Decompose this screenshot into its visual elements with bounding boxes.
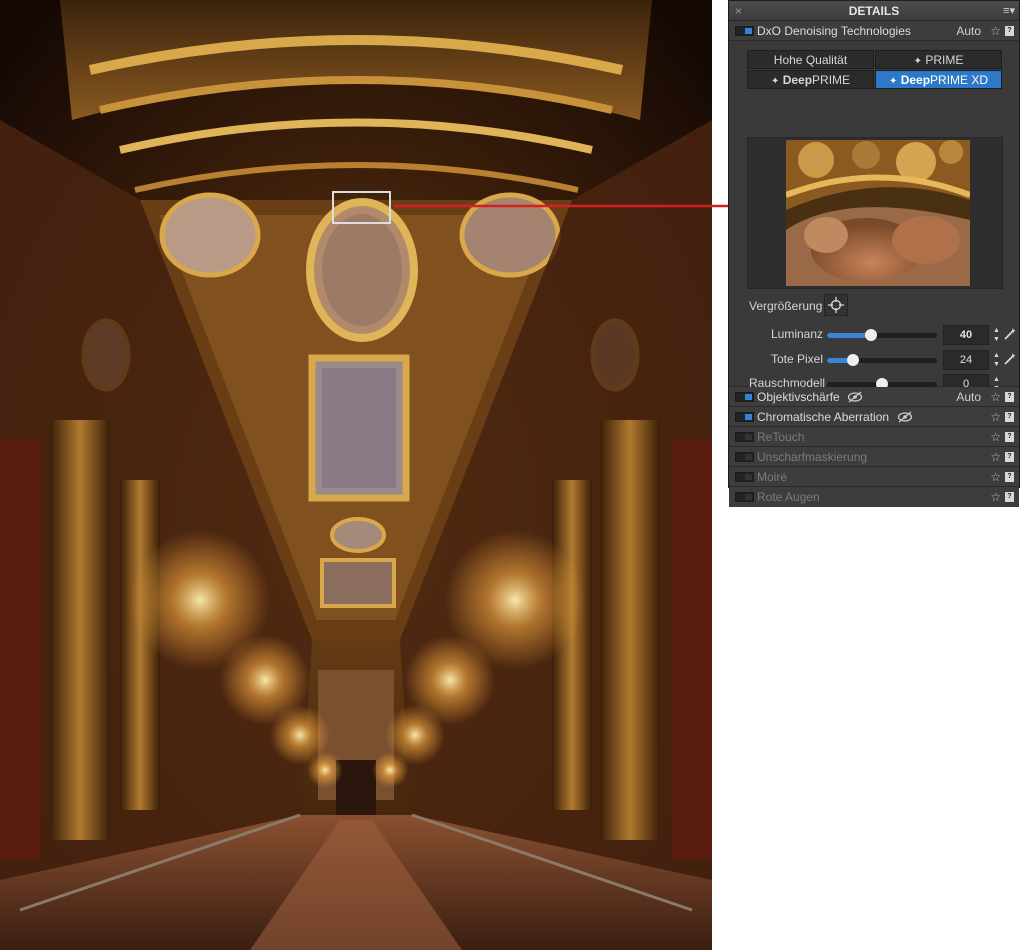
luminance-label: Luminanz: [771, 327, 824, 341]
red-eye-title: Rote Augen: [757, 490, 820, 504]
star-icon[interactable]: ☆: [990, 487, 1001, 507]
luminance-value-field[interactable]: 40: [943, 325, 989, 345]
dead-pixels-auto-wand-icon[interactable]: [1003, 352, 1017, 366]
chromatic-aberration-title: Chromatische Aberration: [757, 410, 890, 424]
mode-deepprime-button[interactable]: ✦ DeepPRIME: [747, 70, 874, 89]
help-icon[interactable]: ?: [1005, 412, 1014, 422]
star-icon[interactable]: ☆: [990, 407, 1001, 427]
denoise-enable-toggle[interactable]: [735, 26, 754, 36]
eye-slash-icon[interactable]: [897, 411, 913, 423]
panel-title: DETAILS: [848, 4, 900, 18]
sparkle-icon: ✦: [888, 76, 898, 87]
unsharp-mask-title: Unscharfmaskierung: [757, 450, 868, 464]
mode-deepprime-label-deep: Deep: [782, 73, 813, 87]
chromatic-aberration-toggle[interactable]: [735, 412, 754, 422]
help-icon[interactable]: ?: [1005, 452, 1014, 462]
dead-pixels-label: Tote Pixel: [771, 352, 824, 366]
eye-slash-icon[interactable]: [847, 391, 863, 403]
star-icon[interactable]: ☆: [990, 447, 1001, 467]
star-icon[interactable]: ☆: [990, 467, 1001, 487]
mode-deepprime-xd-label-deep: Deep: [900, 73, 931, 87]
crosshair-icon: [828, 297, 844, 313]
section-chromatic-aberration[interactable]: Chromatische Aberration ☆ ?: [729, 407, 1019, 427]
mode-hq-label: Hohe Qualität: [773, 53, 848, 67]
help-icon[interactable]: ?: [1005, 392, 1014, 402]
denoise-body: Hohe Qualität ✦ PRIME ✦ DeepPRIME ✦ Deep…: [729, 41, 1021, 394]
moire-title: Moiré: [757, 470, 788, 484]
details-panel: × DETAILS ≡▾ DxO Denoising Technologies …: [728, 0, 1021, 507]
section-lens-sharpness[interactable]: Objektivschärfe Auto ☆ ?: [729, 387, 1019, 407]
zoom-preview[interactable]: [747, 137, 1003, 289]
retouch-title: ReTouch: [757, 430, 805, 444]
dead-pixels-stepper-icon[interactable]: ▲ ▼: [993, 351, 1001, 369]
dead-pixels-value-field[interactable]: 24: [943, 350, 989, 370]
magnifier-button[interactable]: [824, 294, 848, 316]
denoise-mode-selector: Hohe Qualität ✦ PRIME ✦ DeepPRIME ✦ Deep…: [747, 50, 1003, 90]
mode-deepprime-xd-button[interactable]: ✦ DeepPRIME XD: [875, 70, 1002, 89]
star-icon[interactable]: ☆: [990, 21, 1001, 41]
sparkle-icon: ✦: [770, 76, 780, 87]
help-icon[interactable]: ?: [1005, 472, 1014, 482]
star-icon[interactable]: ☆: [990, 427, 1001, 447]
slider-row-dead-pixels: Tote Pixel 24 ▲ ▼: [729, 350, 1021, 372]
dead-pixels-knob[interactable]: [847, 354, 860, 366]
section-retouch[interactable]: ReTouch ☆ ?: [729, 427, 1019, 447]
luminance-knob[interactable]: [865, 329, 877, 341]
panel-titlebar: × DETAILS ≡▾: [729, 1, 1019, 21]
mode-prime-label: PRIME: [925, 53, 964, 67]
section-denoise-header[interactable]: DxO Denoising Technologies Auto ☆ ?: [729, 21, 1019, 41]
mode-deepprime-xd-label-prime: PRIME XD: [930, 73, 989, 87]
luminance-auto-wand-icon[interactable]: [1003, 327, 1017, 341]
mode-deepprime-label-prime: PRIME: [812, 73, 851, 87]
moire-toggle[interactable]: [735, 472, 754, 482]
help-icon[interactable]: ?: [1005, 432, 1014, 442]
luminance-stepper-icon[interactable]: ▲ ▼: [993, 326, 1001, 344]
red-eye-toggle[interactable]: [735, 492, 754, 502]
sparkle-icon: ✦: [913, 56, 923, 67]
denoise-auto-button[interactable]: Auto: [956, 21, 981, 41]
denoise-title: DxO Denoising Technologies: [757, 24, 911, 38]
mode-hq-button[interactable]: Hohe Qualität: [747, 50, 874, 69]
lens-sharpness-title: Objektivschärfe: [757, 390, 840, 404]
help-icon[interactable]: ?: [1005, 26, 1014, 36]
lens-sharpness-toggle[interactable]: [735, 392, 754, 402]
section-red-eye[interactable]: Rote Augen ☆ ?: [729, 487, 1019, 507]
slider-row-luminance: Luminanz 40 ▲ ▼: [729, 325, 1021, 347]
star-icon[interactable]: ☆: [990, 387, 1001, 407]
panel-menu-icon[interactable]: ≡▾: [1003, 1, 1015, 21]
zoom-preview-image: [786, 140, 970, 286]
help-icon[interactable]: ?: [1005, 492, 1014, 502]
section-moire[interactable]: Moiré ☆ ?: [729, 467, 1019, 487]
section-unsharp-mask[interactable]: Unscharfmaskierung ☆ ?: [729, 447, 1019, 467]
retouch-toggle[interactable]: [735, 432, 754, 442]
magnifier-label: Vergrößerung: [749, 299, 823, 313]
opera-hall-photo: [0, 0, 712, 950]
mode-prime-button[interactable]: ✦ PRIME: [875, 50, 1002, 69]
unsharp-mask-toggle[interactable]: [735, 452, 754, 462]
close-icon[interactable]: ×: [735, 1, 742, 21]
lens-sharpness-auto-button[interactable]: Auto: [956, 387, 981, 407]
